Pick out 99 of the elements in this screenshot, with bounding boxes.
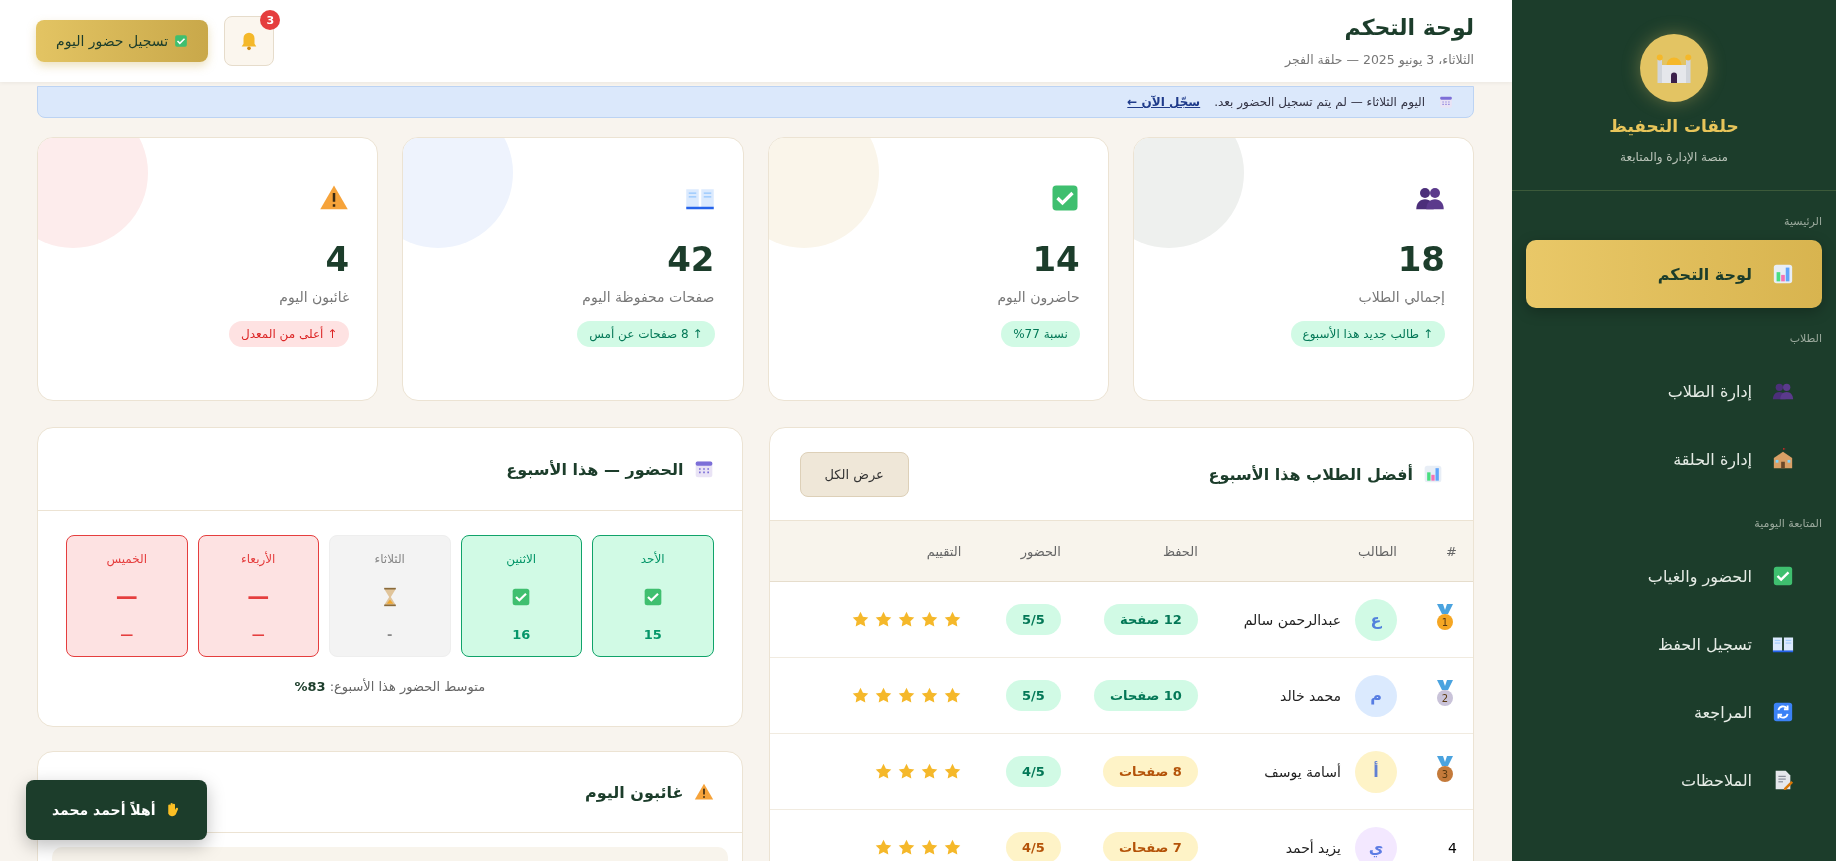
warning-icon: [693, 782, 714, 802]
trend-badge: ↑ أعلى من المعدل: [229, 321, 350, 347]
calendar-icon: [1439, 95, 1453, 109]
avatar: ع: [1355, 598, 1397, 641]
star-icon: [852, 611, 870, 628]
column-header: التقييم: [925, 543, 962, 559]
column-header: الحفظ: [1161, 543, 1198, 559]
attendance-badge: 4/5: [1006, 832, 1061, 861]
avatar: م: [1355, 674, 1397, 717]
trend-badge: ↑ طالب جديد هذا الأسبوع: [1290, 321, 1445, 347]
brand-title: حلقات التحفيظ: [1609, 116, 1739, 136]
card-title: أفضل الطلاب هذا الأسبوع: [1208, 464, 1413, 484]
notice-text: اليوم الثلاثاء — لم يتم تسجيل الحضور بعد.: [1214, 95, 1425, 109]
memorized-badge: 12 صفحة: [1104, 604, 1198, 635]
star-icon: [944, 611, 962, 628]
brand-subtitle: منصة الإدارة والمتابعة: [1620, 150, 1728, 164]
star-icon: [898, 611, 916, 628]
star-icon: [944, 687, 962, 704]
nav-item[interactable]: إدارة الطلاب: [1526, 357, 1822, 425]
student-name: عبدالرحمن سالم: [1243, 611, 1341, 628]
stat-value: 14: [1032, 239, 1080, 279]
memorized-badge: 10 صفحات: [1094, 680, 1198, 711]
view-all-button[interactable]: عرض الكل: [799, 451, 909, 497]
star-icon: [921, 687, 939, 704]
attendance-badge: 5/5: [1006, 604, 1061, 635]
memorized-badge: 7 صفحات: [1103, 832, 1198, 861]
stat-value: 4: [325, 239, 350, 279]
record-now-link[interactable]: سجّل الآن ←: [1127, 95, 1201, 109]
section-heading: الرئيسية: [1783, 215, 1823, 228]
stat-label: حاضرون اليوم: [997, 289, 1080, 305]
avatar: أ: [1355, 750, 1397, 793]
check-box-icon: [642, 586, 663, 607]
day-count: 15: [643, 627, 662, 642]
star-icon: [852, 687, 870, 704]
star-icon: [921, 763, 939, 780]
nav-item[interactable]: المراجعة: [1526, 678, 1822, 746]
day-count: —: [120, 627, 134, 642]
nav-item[interactable]: تسجيل الحفظ: [1526, 610, 1822, 678]
star-icon: [875, 687, 893, 704]
record-attendance-button[interactable]: تسجيل حضور اليوم: [36, 20, 209, 62]
star-icon: [875, 839, 893, 856]
day-name: الاثنين: [506, 552, 537, 566]
star-icon: [875, 611, 893, 628]
section-heading: الطلاب: [1788, 332, 1823, 345]
card-title: غائبون اليوم: [585, 782, 684, 802]
memorized-badge: 8 صفحات: [1103, 756, 1198, 787]
school-building-icon: [1772, 448, 1794, 470]
star-icon: [944, 763, 962, 780]
day-name: الثلاثاء: [374, 552, 405, 566]
page-subtitle: الثلاثاء، 3 يونيو 2025 — حلقة الفجر: [1285, 52, 1474, 67]
page-title: لوحة التحكم: [1343, 15, 1474, 40]
dash-symbol: —: [247, 584, 270, 609]
stat-label: إجمالي الطلاب: [1358, 289, 1445, 305]
avatar: ي: [1355, 826, 1397, 861]
attendance-badge: 5/5: [1006, 680, 1061, 711]
refresh-icon: [1772, 701, 1794, 723]
stat-label: غائبون اليوم: [279, 289, 350, 305]
calendar-icon: [693, 459, 714, 479]
day-name: الخميس: [106, 552, 148, 566]
notification-count: 3: [260, 10, 281, 30]
nav-item[interactable]: الحضور والغياب: [1526, 542, 1822, 610]
student-name: محمد خالد: [1280, 687, 1341, 704]
card-title: الحضور — هذا الأسبوع: [506, 459, 684, 479]
star-icon: [921, 839, 939, 856]
star-icon: [898, 687, 916, 704]
column-header: الطالب: [1357, 543, 1397, 559]
day-count: 16: [512, 627, 531, 642]
nav-item[interactable]: إدارة الحلقة: [1526, 425, 1822, 493]
stat-value: 42: [667, 239, 715, 279]
bar-chart-icon: [1772, 263, 1794, 285]
trend-badge: نسبة 77%: [1001, 321, 1080, 347]
nav-item[interactable]: الملاحظات: [1526, 746, 1822, 814]
trend-badge: ↑ 8 صفحات عن أمس: [577, 321, 715, 347]
day-name: الأربعاء: [241, 552, 276, 566]
dash-symbol: —: [115, 584, 138, 609]
notifications-button[interactable]: [224, 16, 275, 66]
check-box-icon: [174, 34, 189, 48]
student-name: يزيد أحمد: [1285, 839, 1341, 856]
star-icon: [921, 611, 939, 628]
day-count: —: [251, 627, 265, 642]
section-heading: المتابعة اليومية: [1753, 517, 1823, 530]
column-header: #: [1445, 543, 1457, 559]
check-box-icon: [511, 586, 532, 607]
stat-label: صفحات محفوظة اليوم: [582, 289, 715, 305]
attendance-badge: 4/5: [1006, 756, 1061, 787]
star-icon: [898, 839, 916, 856]
nav-item[interactable]: لوحة التحكم: [1526, 240, 1822, 308]
check-box-icon: [1772, 565, 1794, 587]
column-header: الحضور: [1019, 543, 1061, 559]
student-name: أسامة يوسف: [1264, 763, 1341, 780]
day-count: -: [387, 627, 393, 642]
star-icon: [898, 763, 916, 780]
rank-number: 4: [1448, 839, 1457, 856]
bar-chart-icon: [1423, 464, 1443, 484]
star-icon: [944, 839, 962, 856]
star-icon: [875, 763, 893, 780]
toast-text: أهلاً أحمد محمد: [52, 802, 156, 818]
day-name: الأحد: [640, 552, 665, 566]
stat-value: 18: [1397, 239, 1445, 279]
